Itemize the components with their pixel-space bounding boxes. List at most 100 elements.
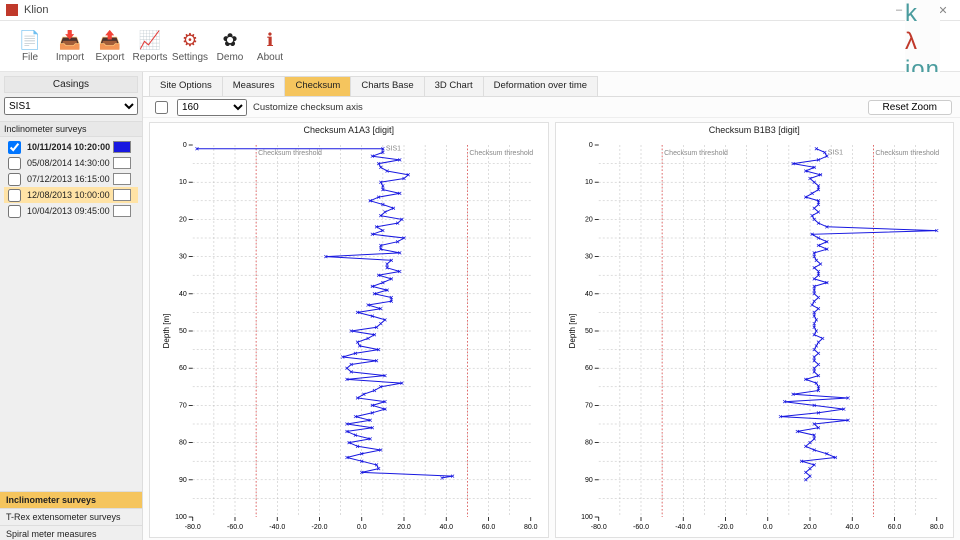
survey-color-swatch xyxy=(113,141,131,153)
charts-area: Checksum A1A3 [digit]Checksum thresholdC… xyxy=(143,118,960,540)
demo-button[interactable]: ✿Demo xyxy=(210,30,250,63)
category-spiral-meter-measures[interactable]: Spiral meter measures xyxy=(0,525,142,540)
svg-text:30: 30 xyxy=(179,254,187,261)
svg-text:70: 70 xyxy=(584,402,592,409)
import-button[interactable]: 📥 Import xyxy=(50,30,90,63)
chart-title: Checksum A1A3 [digit] xyxy=(150,123,548,137)
axis-value-select[interactable]: 160 xyxy=(177,99,247,116)
import-icon: 📥 xyxy=(50,30,90,50)
options-row: 160 Customize checksum axis Reset Zoom xyxy=(143,97,960,118)
survey-row[interactable]: 12/08/2013 10:00:00 xyxy=(4,187,138,203)
reports-icon: 📈 xyxy=(130,30,170,50)
survey-checkbox[interactable] xyxy=(8,173,21,186)
survey-checkbox[interactable] xyxy=(8,141,21,154)
svg-text:60: 60 xyxy=(179,365,187,372)
svg-text:50: 50 xyxy=(584,328,592,335)
svg-text:0.0: 0.0 xyxy=(357,524,367,531)
chart-1[interactable]: Checksum B1B3 [digit]Checksum thresholdC… xyxy=(555,122,955,538)
svg-text:100: 100 xyxy=(175,514,187,521)
chart-svg: Checksum threshold Checksum threshold SIS1… xyxy=(150,137,548,537)
survey-date: 10/04/2013 09:45:00 xyxy=(27,206,110,216)
about-icon: ℹ xyxy=(250,30,290,50)
window-title: Klion xyxy=(24,4,48,16)
svg-text:-40.0: -40.0 xyxy=(675,524,691,531)
svg-text:SIS1: SIS1 xyxy=(386,146,401,153)
toolbar-label: Reports xyxy=(130,52,170,63)
survey-color-swatch xyxy=(113,157,131,169)
svg-text:Checksum threshold: Checksum threshold xyxy=(258,150,322,157)
sidebar: Casings SIS1 Inclinometer surveys 10/11/… xyxy=(0,72,143,540)
survey-date: 05/08/2014 14:30:00 xyxy=(27,158,110,168)
svg-text:20: 20 xyxy=(584,216,592,223)
survey-row[interactable]: 07/12/2013 16:15:00 xyxy=(4,171,138,187)
survey-checkbox[interactable] xyxy=(8,205,21,218)
about-button[interactable]: ℹ About xyxy=(250,30,290,63)
casing-select[interactable]: SIS1 xyxy=(4,97,138,115)
svg-text:100: 100 xyxy=(581,514,593,521)
svg-text:40: 40 xyxy=(584,291,592,298)
svg-text:30: 30 xyxy=(584,254,592,261)
svg-text:0.0: 0.0 xyxy=(762,524,772,531)
survey-date: 07/12/2013 16:15:00 xyxy=(27,174,110,184)
svg-text:40.0: 40.0 xyxy=(845,524,859,531)
surveys-header: Inclinometer surveys xyxy=(0,121,142,137)
svg-text:80: 80 xyxy=(179,440,187,447)
survey-checkbox[interactable] xyxy=(8,157,21,170)
tab-deformation-over-time[interactable]: Deformation over time xyxy=(483,76,598,96)
svg-text:90: 90 xyxy=(179,477,187,484)
main-panel: Site OptionsMeasuresChecksumCharts Base3… xyxy=(143,72,960,540)
export-button[interactable]: 📤 Export xyxy=(90,30,130,63)
survey-row[interactable]: 10/11/2014 10:20:00 xyxy=(4,139,138,155)
svg-text:80.0: 80.0 xyxy=(524,524,538,531)
svg-text:40: 40 xyxy=(179,291,187,298)
tab-site-options[interactable]: Site Options xyxy=(149,76,223,96)
svg-text:40.0: 40.0 xyxy=(439,524,453,531)
chart-svg: Checksum thresholdChecksum thresholdSIS1… xyxy=(556,137,954,537)
survey-color-swatch xyxy=(113,205,131,217)
settings-button[interactable]: ⚙Settings xyxy=(170,30,210,63)
svg-text:60.0: 60.0 xyxy=(887,524,901,531)
survey-date: 10/11/2014 10:20:00 xyxy=(27,142,110,152)
svg-text:60: 60 xyxy=(584,365,592,372)
svg-text:Checksum threshold: Checksum threshold xyxy=(469,150,533,157)
reset-zoom-button[interactable]: Reset Zoom xyxy=(868,100,952,115)
toolbar-label: About xyxy=(250,52,290,63)
svg-text:-40.0: -40.0 xyxy=(269,524,285,531)
file-button[interactable]: 📄File xyxy=(10,30,50,63)
tab-charts-base[interactable]: Charts Base xyxy=(350,76,424,96)
tab-checksum[interactable]: Checksum xyxy=(284,76,351,96)
svg-text:10: 10 xyxy=(584,179,592,186)
app-icon xyxy=(6,4,18,16)
main-toolbar: 📄File📥 Import📤 Export📈 Reports⚙Settings✿Dem… xyxy=(0,21,960,72)
svg-text:80: 80 xyxy=(584,440,592,447)
svg-text:0: 0 xyxy=(183,142,187,149)
survey-date: 12/08/2013 10:00:00 xyxy=(27,190,110,200)
survey-row[interactable]: 10/04/2013 09:45:00 xyxy=(4,203,138,219)
svg-text:Depth [m]: Depth [m] xyxy=(162,314,171,349)
svg-text:0: 0 xyxy=(588,142,592,149)
chart-title: Checksum B1B3 [digit] xyxy=(556,123,954,137)
toolbar-label: Export xyxy=(90,52,130,63)
toolbar-label: File xyxy=(10,52,50,63)
tab-3d-chart[interactable]: 3D Chart xyxy=(424,76,484,96)
customize-axis-checkbox[interactable] xyxy=(155,101,168,114)
svg-text:20.0: 20.0 xyxy=(803,524,817,531)
category-inclinometer-surveys[interactable]: Inclinometer surveys xyxy=(0,491,142,508)
svg-text:Checksum threshold: Checksum threshold xyxy=(664,150,728,157)
survey-row[interactable]: 05/08/2014 14:30:00 xyxy=(4,155,138,171)
export-icon: 📤 xyxy=(90,30,130,50)
svg-text:50: 50 xyxy=(179,328,187,335)
reports-button[interactable]: 📈 Reports xyxy=(130,30,170,63)
survey-checkbox[interactable] xyxy=(8,189,21,202)
demo-icon: ✿ xyxy=(210,30,250,50)
toolbar-label: Import xyxy=(50,52,90,63)
svg-text:-80.0: -80.0 xyxy=(185,524,201,531)
svg-text:80.0: 80.0 xyxy=(929,524,943,531)
brand-name: kλion xyxy=(905,0,940,84)
tab-measures[interactable]: Measures xyxy=(222,76,286,96)
svg-text:-60.0: -60.0 xyxy=(633,524,649,531)
svg-text:SIS1: SIS1 xyxy=(827,149,842,156)
toolbar-label: Settings xyxy=(170,52,210,63)
category-t-rex-extensometer-surveys[interactable]: T-Rex extensometer surveys xyxy=(0,508,142,525)
chart-0[interactable]: Checksum A1A3 [digit]Checksum thresholdC… xyxy=(149,122,549,538)
